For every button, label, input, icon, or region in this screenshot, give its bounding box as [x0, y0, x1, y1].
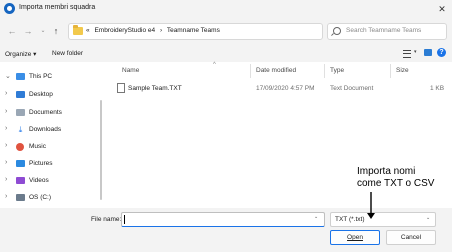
command-bar: Organize ▾ New folder ▾ ?	[0, 44, 452, 62]
app-icon	[4, 3, 15, 14]
text-caret	[124, 215, 125, 224]
column-divider[interactable]	[324, 64, 325, 78]
title-bar: Importa membri squadra ✕	[0, 0, 452, 18]
drive-icon	[16, 194, 25, 201]
music-icon	[16, 143, 24, 151]
sidebar-item-downloads[interactable]: › ⤓ Downloads	[0, 123, 104, 137]
chevron-right-icon[interactable]: ›	[5, 125, 7, 132]
organize-menu[interactable]: Organize ▾	[5, 50, 36, 58]
sidebar-item-pictures[interactable]: › Pictures	[0, 157, 104, 171]
close-button[interactable]: ✕	[432, 0, 452, 18]
pc-icon	[16, 73, 25, 80]
navigation-bar: ← → ⌄ ↑ « EmbroideryStudio e4 › Teamname…	[0, 18, 452, 44]
sidebar-item-documents[interactable]: › Documents	[0, 106, 104, 120]
desktop-icon	[16, 91, 25, 98]
chevron-down-icon[interactable]: ⌄	[5, 72, 11, 80]
view-dropdown-icon[interactable]: ▾	[414, 49, 417, 55]
column-header-name[interactable]: Name	[122, 67, 139, 74]
search-placeholder[interactable]: Search Teamname Teams	[346, 27, 421, 34]
chevron-down-icon[interactable]: ⌄	[426, 215, 430, 221]
preview-pane-icon[interactable]	[424, 49, 432, 56]
window-title: Importa membri squadra	[19, 4, 96, 11]
back-button[interactable]: ←	[6, 24, 18, 38]
address-bar[interactable]: « EmbroideryStudio e4 › Teamname Teams ⌄…	[68, 23, 383, 40]
chevron-right-icon[interactable]: ›	[5, 142, 7, 149]
sidebar-item-label: Music	[29, 143, 46, 150]
sidebar-scrollbar[interactable]	[100, 100, 102, 200]
column-header-size[interactable]: Size	[396, 67, 409, 74]
annotation-line-1: Importa nomi	[357, 166, 416, 177]
file-size: 1 KB	[430, 85, 445, 92]
breadcrumb-embroiderystudio[interactable]: EmbroideryStudio e4	[94, 27, 155, 34]
breadcrumb-overflow[interactable]: «	[86, 27, 90, 34]
documents-icon	[16, 109, 25, 116]
chevron-right-icon[interactable]: ›	[5, 108, 7, 115]
recent-locations-button[interactable]: ⌄	[37, 24, 49, 38]
file-row[interactable]: Sample Team.TXT 17/09/2020 4:57 PM Text …	[112, 82, 446, 96]
sidebar-item-label: OS (C:)	[29, 194, 52, 201]
sidebar-item-music[interactable]: › Music	[0, 140, 104, 154]
sidebar-item-desktop[interactable]: › Desktop	[0, 88, 104, 102]
cancel-button[interactable]: Cancel	[386, 230, 436, 245]
file-name: Sample Team.TXT	[128, 85, 182, 92]
sidebar-item-label: Pictures	[29, 160, 53, 167]
file-open-dialog: Importa membri squadra ✕ ← → ⌄ ↑ « Embro…	[0, 0, 452, 252]
file-date-modified: 17/09/2020 4:57 PM	[256, 85, 315, 92]
file-name-field[interactable]	[121, 212, 325, 227]
column-divider[interactable]	[390, 64, 391, 78]
open-button[interactable]: Open	[330, 230, 380, 245]
new-folder-button[interactable]: New folder	[52, 50, 83, 57]
folder-icon	[73, 25, 83, 35]
breadcrumb-teamname-teams[interactable]: Teamname Teams	[167, 27, 220, 34]
annotation-line-2: come TXT o CSV	[357, 178, 435, 189]
sidebar-item-this-pc[interactable]: ⌄ This PC	[0, 70, 104, 84]
column-divider[interactable]	[250, 64, 251, 78]
file-name-label: File name:	[91, 216, 122, 223]
chevron-right-icon[interactable]: ›	[5, 176, 7, 183]
annotation-callout: Importa nomi come TXT o CSV	[357, 166, 434, 190]
chevron-right-icon[interactable]: ›	[5, 159, 7, 166]
breadcrumb: « EmbroideryStudio e4 › Teamname Teams	[86, 27, 223, 34]
sort-indicator-icon: ^	[213, 62, 216, 68]
file-type-select[interactable]: TXT (*.txt) ⌄	[330, 212, 436, 227]
chevron-right-icon[interactable]: ›	[5, 90, 7, 97]
navigation-pane: ⌄ This PC › Desktop › Documents › ⤓ Down…	[0, 62, 104, 208]
breadcrumb-separator: ›	[159, 27, 163, 34]
up-button[interactable]: ↑	[50, 24, 62, 38]
sidebar-item-videos[interactable]: › Videos	[0, 174, 104, 188]
column-header-date-modified[interactable]: Date modified	[256, 67, 296, 74]
file-name-dropdown-button[interactable]: ⌄	[314, 214, 318, 220]
sidebar-item-label: Desktop	[29, 91, 53, 98]
sidebar-item-label: Videos	[29, 177, 49, 184]
column-header-type[interactable]: Type	[330, 67, 344, 74]
sidebar-item-os-c[interactable]: › OS (C:)	[0, 191, 104, 205]
pictures-icon	[16, 160, 25, 167]
dialog-footer: File name: ⌄ TXT (*.txt) ⌄ Open Cancel	[0, 208, 452, 252]
sidebar-item-label: Documents	[29, 109, 62, 116]
search-box[interactable]: Search Teamname Teams	[327, 23, 447, 40]
help-icon[interactable]: ?	[437, 48, 446, 57]
view-options-icon[interactable]	[403, 50, 411, 58]
search-icon	[333, 27, 341, 35]
videos-icon	[16, 177, 25, 184]
text-file-icon	[117, 83, 125, 93]
downloads-icon: ⤓	[18, 125, 23, 134]
sidebar-item-label: Downloads	[29, 126, 62, 133]
forward-button[interactable]: →	[22, 24, 34, 38]
file-type: Text Document	[330, 85, 374, 92]
file-type-value: TXT (*.txt)	[335, 216, 365, 223]
sidebar-item-label: This PC	[29, 73, 53, 80]
chevron-right-icon[interactable]: ›	[5, 193, 7, 200]
